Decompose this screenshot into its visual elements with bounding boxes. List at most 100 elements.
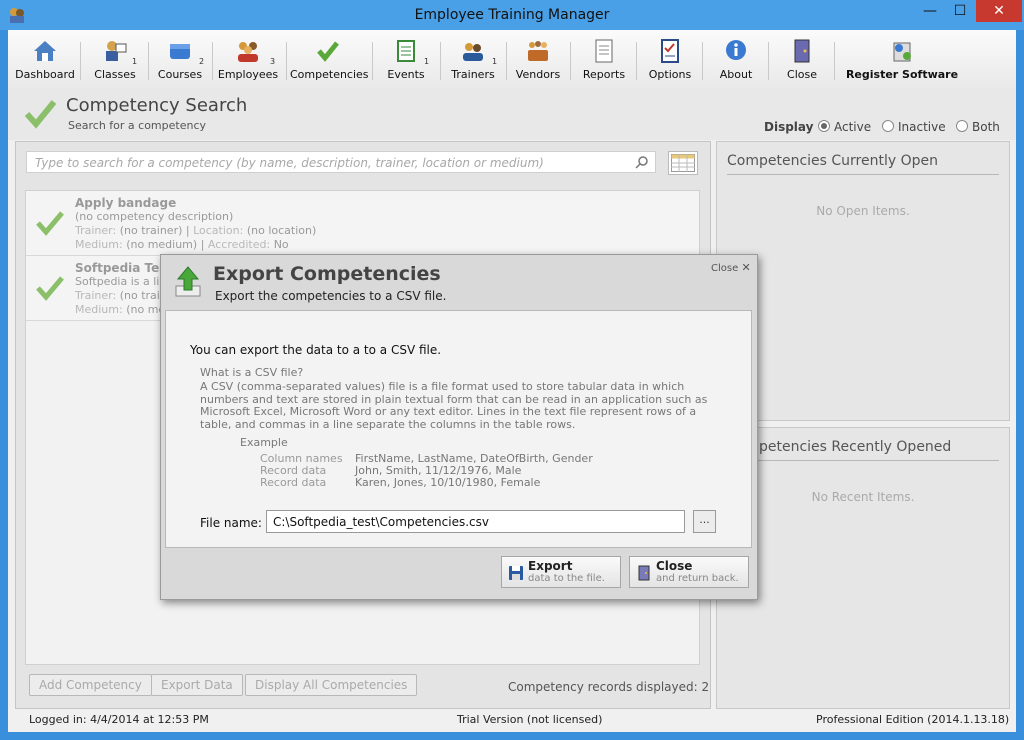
page-title: Competency Search: [66, 95, 248, 116]
toolbar-count: 1: [132, 57, 138, 66]
display-all-button[interactable]: Display All Competencies: [245, 674, 418, 696]
maximize-button[interactable]: ☐: [946, 0, 974, 22]
toolbar-separator: [702, 42, 703, 80]
open-items-title: Competencies Currently Open: [727, 153, 938, 169]
house-icon: [34, 41, 56, 61]
toolbar-reports-button[interactable]: Reports: [578, 30, 630, 88]
classes-icon: [106, 41, 127, 61]
file-name-input[interactable]: [266, 510, 685, 533]
add-competency-button[interactable]: Add Competency: [29, 674, 152, 696]
dialog-close-link[interactable]: Close ✕: [711, 261, 751, 274]
competency-description: Softpedia is a lib: [75, 275, 167, 288]
toolbar-trainers-button[interactable]: 1 Trainers: [446, 30, 500, 88]
toolbar-label: Classes: [94, 68, 136, 81]
toolbar-label: Vendors: [515, 68, 561, 81]
close-icon: ✕: [741, 261, 751, 274]
status-logged-in: Logged in: 4/4/2014 at 12:53 PM: [29, 713, 209, 726]
open-items-empty: No Open Items.: [816, 204, 910, 218]
toolbar-count: 3: [270, 57, 276, 66]
toolbar-register-button[interactable]: Register Software: [840, 30, 964, 88]
radio-inactive[interactable]: Inactive: [882, 120, 946, 134]
list-item[interactable]: Apply bandage (no competency description…: [26, 191, 699, 256]
radio-dot: [956, 120, 968, 132]
competency-check-icon: [24, 100, 57, 129]
toolbar-label: Events: [387, 68, 425, 81]
file-name-label: File name:: [200, 516, 262, 530]
toolbar-label: Register Software: [845, 68, 959, 81]
toolbar-events-button[interactable]: 1 Events: [380, 30, 432, 88]
toolbar-competencies-button[interactable]: Competencies: [290, 30, 369, 88]
export-arrow-icon: [175, 266, 201, 297]
toolbar-dashboard-button[interactable]: Dashboard: [14, 30, 76, 88]
toolbar-label: Close: [787, 68, 817, 81]
window-close-button[interactable]: ✕: [976, 0, 1022, 22]
toolbar-separator: [506, 42, 507, 80]
checkmark-icon: [317, 41, 339, 62]
competency-trainer-line: Trainer: (no trainer) | Location: (no lo…: [75, 224, 317, 237]
toolbar-label: About: [719, 68, 753, 81]
export-button-subtitle: data to the file.: [528, 573, 605, 584]
toolbar-label: Reports: [582, 68, 626, 81]
toolbar-label: Trainers: [451, 68, 495, 81]
radio-dot: [818, 120, 830, 132]
toolbar-courses-button[interactable]: 2 Courses: [154, 30, 206, 88]
toolbar-employees-button[interactable]: 3 Employees: [216, 30, 280, 88]
competency-name: Softpedia Tes: [75, 261, 167, 275]
radio-label: Both: [972, 120, 1000, 134]
grid-view-button[interactable]: [668, 151, 698, 175]
toolbar-options-button[interactable]: Options: [644, 30, 696, 88]
close-button[interactable]: Close and return back.: [629, 556, 749, 588]
register-icon: [893, 42, 911, 62]
divider: [727, 460, 999, 461]
divider: [727, 174, 999, 175]
search-placeholder: Type to search for a competency (by name…: [35, 156, 544, 170]
reports-icon: [595, 39, 613, 63]
csv-question: What is a CSV file?: [200, 366, 304, 379]
dialog-title: Export Competencies: [213, 263, 441, 285]
toolbar-about-button[interactable]: About: [710, 30, 762, 88]
dialog-close-label: Close: [711, 263, 739, 274]
page-subtitle: Search for a competency: [68, 119, 206, 132]
toolbar-separator: [372, 42, 373, 80]
checkmark-icon: [36, 211, 64, 236]
minimize-button[interactable]: —: [915, 0, 945, 22]
status-bar: Logged in: 4/4/2014 at 12:53 PM Trial Ve…: [15, 709, 1010, 731]
toolbar-label: Courses: [157, 68, 203, 81]
toolbar-count: 1: [424, 57, 430, 66]
toolbar-label: Employees: [217, 68, 279, 81]
export-button-title: Export: [528, 559, 573, 573]
competency-name: Apply bandage: [75, 196, 177, 210]
toolbar-separator: [286, 42, 287, 80]
export-data-button[interactable]: Export Data: [151, 674, 243, 696]
competency-description: (no competency description): [75, 210, 234, 223]
recent-items-title: Competencies Recently Opened: [727, 439, 952, 455]
search-icon[interactable]: [635, 155, 649, 169]
save-icon: [509, 566, 523, 580]
toolbar-count: 1: [492, 57, 498, 66]
recent-items-empty: No Recent Items.: [811, 490, 915, 504]
example-key: Record data: [260, 476, 327, 489]
radio-both[interactable]: Both: [956, 120, 1000, 134]
toolbar-classes-button[interactable]: 1 Classes: [88, 30, 142, 88]
example-value: Karen, Jones, 10/10/1980, Female: [355, 476, 541, 489]
search-input[interactable]: Type to search for a competency (by name…: [26, 151, 656, 173]
toolbar-vendors-button[interactable]: Vendors: [512, 30, 564, 88]
radio-label: Active: [834, 120, 872, 134]
main-toolbar: Dashboard 1 Classes 2 Courses 3 Employee…: [8, 30, 1016, 89]
toolbar-close-button[interactable]: Close: [776, 30, 828, 88]
dialog-subtitle: Export the competencies to a CSV file.: [215, 289, 447, 303]
courses-icon: [170, 44, 190, 59]
toolbar-separator: [570, 42, 571, 80]
records-count: Competency records displayed: 2: [508, 680, 710, 694]
recent-items-panel: [716, 427, 1010, 709]
export-button[interactable]: Export data to the file.: [501, 556, 621, 588]
toolbar-separator: [636, 42, 637, 80]
window-title: Employee Training Manager: [414, 7, 610, 23]
close-door-icon: [638, 565, 650, 581]
status-edition: Professional Edition (2014.1.13.18): [816, 713, 1010, 726]
status-license: Trial Version (not licensed): [457, 713, 603, 726]
radio-active[interactable]: Active: [818, 120, 871, 134]
browse-button[interactable]: ...: [693, 510, 716, 533]
dialog-intro: You can export the data to a to a CSV fi…: [190, 343, 442, 357]
toolbar-separator: [834, 42, 835, 80]
